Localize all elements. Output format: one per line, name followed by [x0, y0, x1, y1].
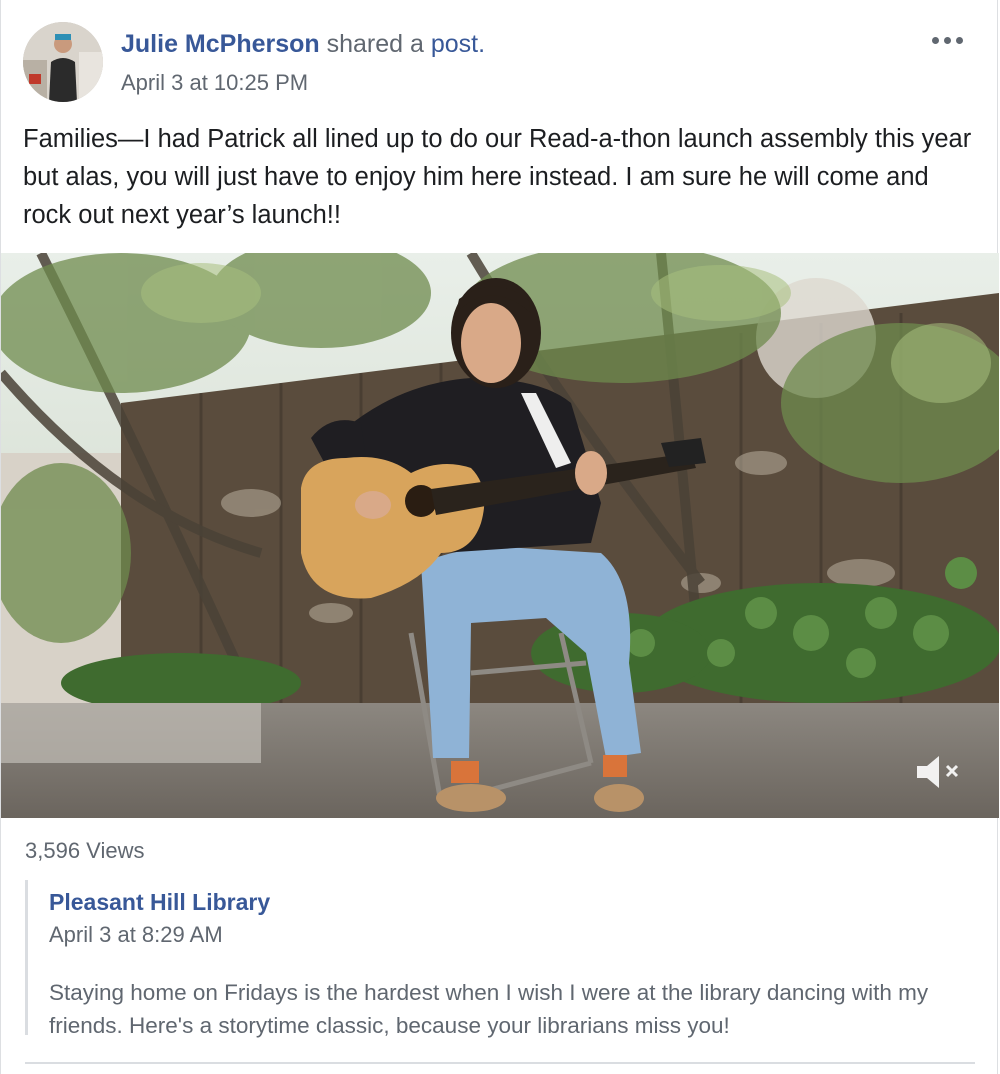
author-avatar[interactable]: [23, 22, 103, 102]
shared-post-link[interactable]: post.: [431, 30, 485, 58]
shared-text: shared a: [326, 30, 424, 58]
post-body: Families—I had Patrick all lined up to d…: [23, 125, 972, 229]
divider: [25, 1062, 975, 1064]
post-card: Julie McPherson shared a post. April 3 a…: [0, 0, 999, 1074]
muted-speaker-icon[interactable]: [911, 748, 967, 796]
shared-post-timestamp[interactable]: April 3 at 8:29 AM: [49, 920, 223, 950]
more-options-icon[interactable]: [927, 30, 967, 50]
author-line: Julie McPherson shared a post.: [121, 28, 485, 60]
post-header: Julie McPherson shared a post. April 3 a…: [23, 22, 983, 102]
page-name-link[interactable]: Pleasant Hill Library: [49, 886, 270, 918]
author-name-link[interactable]: Julie McPherson: [121, 30, 320, 58]
shared-post-body: Staying home on Fridays is the hardest w…: [49, 980, 929, 1038]
video-player[interactable]: [1, 253, 999, 818]
shared-post-attachment[interactable]: Pleasant Hill Library April 3 at 8:29 AM…: [25, 880, 978, 1038]
view-count: 3,596 Views: [25, 838, 145, 863]
post-timestamp[interactable]: April 3 at 10:25 PM: [121, 68, 308, 98]
